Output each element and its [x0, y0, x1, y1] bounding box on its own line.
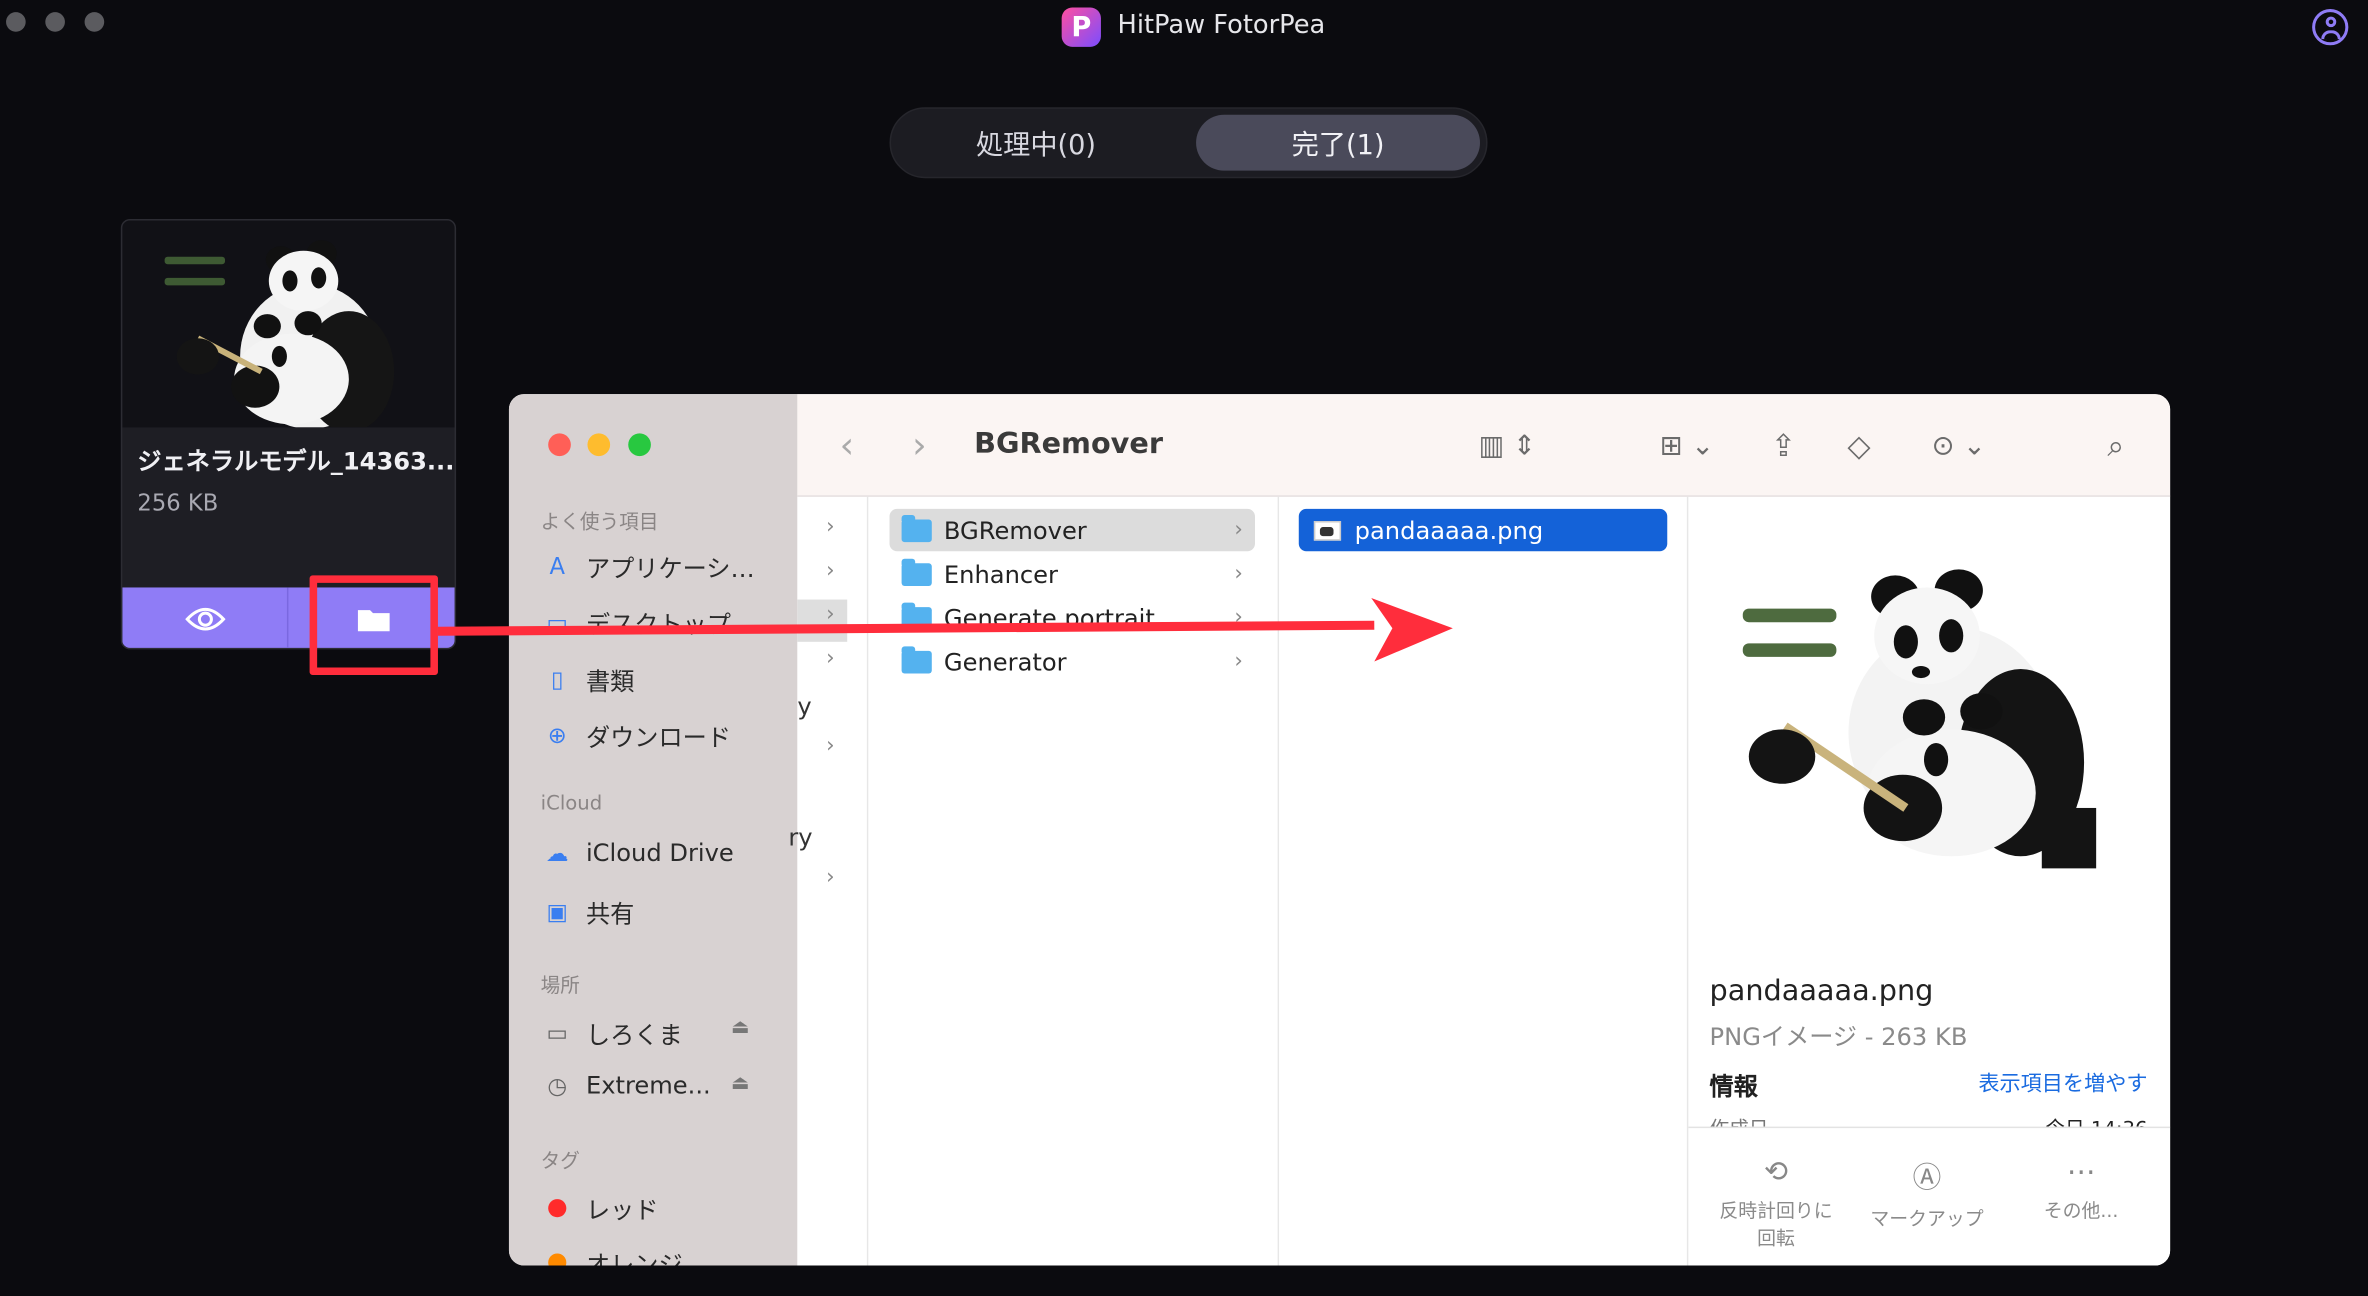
finder-close-button[interactable]	[548, 433, 571, 457]
result-filesize: 256 KB	[137, 489, 219, 517]
status-segmented-control: 処理中(0) 完了(1)	[889, 107, 1488, 179]
zoom-window-button[interactable]	[84, 12, 105, 32]
sidebar-item-icloud-drive[interactable]: ☁ iCloud Drive	[542, 838, 734, 867]
back-chevron-icon[interactable]: ‹	[840, 424, 855, 466]
sidebar-item-extreme[interactable]: ◷ Extreme...	[542, 1071, 710, 1100]
folder-icon	[901, 558, 932, 586]
more-actions-icon[interactable]: ⊙ ⌄	[1924, 424, 1993, 466]
group-view-icon[interactable]: ⊞ ⌄	[1649, 424, 1725, 466]
finder-window-title: BGRemover	[974, 427, 1163, 461]
download-icon: ⊕	[547, 721, 567, 750]
show-more-link[interactable]: 表示項目を増やす	[1978, 1068, 2147, 1098]
chevron-right-icon: ›	[1234, 517, 1243, 543]
drive-icon: ▭	[546, 1019, 568, 1047]
sidebar-header-icloud: iCloud	[540, 792, 603, 816]
tag-icon[interactable]: ◇	[1841, 424, 1877, 466]
shared-folder-icon: ▣	[546, 898, 568, 926]
finder-window: よく使う項目 A アプリケーシ… ▭ デスクトップ ▯ 書類 ⊕ ダウンロード iClo…	[508, 394, 2171, 1266]
preview-button[interactable]	[122, 587, 289, 648]
chevron-right-icon: ›	[826, 865, 835, 890]
tag-red-dot	[548, 1199, 567, 1218]
close-window-button[interactable]	[6, 12, 26, 32]
tab-processing[interactable]: 処理中(0)	[900, 115, 1172, 171]
sidebar-item-applications[interactable]: A アプリケーシ…	[542, 548, 755, 584]
share-icon[interactable]: ⇪	[1765, 424, 1801, 466]
info-label: 情報	[1709, 1072, 1758, 1101]
sidebar-item-downloads[interactable]: ⊕ ダウンロード	[542, 717, 731, 753]
chevron-right-icon: ›	[1234, 561, 1243, 586]
created-value: 今日 14:36	[2045, 1113, 2147, 1127]
sidebar-item-shirokuma[interactable]: ▭ しろくま	[542, 1015, 683, 1051]
preview-filename: pandaaaaa.png	[1709, 974, 1934, 1008]
preview-kind: PNGイメージ - 263 KB	[1709, 1022, 1968, 1052]
chevron-right-icon: ›	[826, 733, 835, 759]
partial-text: y	[797, 691, 812, 721]
result-thumbnail	[122, 220, 455, 428]
result-filename: ジェネラルモデル_14363...	[137, 447, 455, 476]
forward-chevron-icon[interactable]: ›	[912, 424, 927, 466]
apps-icon: A	[549, 552, 566, 580]
time-machine-icon: ◷	[547, 1071, 568, 1099]
sidebar-item-tag-red[interactable]: レッド	[542, 1190, 658, 1226]
eject-icon[interactable]: ⏏	[731, 1072, 750, 1095]
created-label: 作成日	[1710, 1113, 1769, 1127]
tab-completed[interactable]: 完了(1)	[1196, 114, 1480, 171]
more-button[interactable]: ⋯ その他...	[2009, 1155, 2154, 1224]
partial-text: ry	[788, 823, 813, 852]
user-account-icon[interactable]	[2312, 9, 2349, 46]
sidebar-header-tags: タグ	[540, 1150, 580, 1174]
finder-zoom-button[interactable]	[628, 433, 651, 457]
finder-sidebar: よく使う項目 A アプリケーシ… ▭ デスクトップ ▯ 書類 ⊕ ダウンロード iClo…	[508, 394, 798, 1266]
preview-actions: ⟲ 反時計回りに 回転 Ⓐ マークアップ ⋯ その他...	[1688, 1126, 2171, 1266]
sidebar-header-favorites: よく使う項目	[540, 511, 659, 535]
minimize-window-button[interactable]	[45, 12, 65, 32]
rotate-left-button[interactable]: ⟲ 反時計回りに 回転	[1704, 1155, 1849, 1252]
finder-toolbar: ‹ › BGRemover ▥ ⇕ ⊞ ⌄ ⇪ ◇ ⊙ ⌄ ⌕	[797, 394, 2171, 497]
eye-icon	[184, 607, 225, 631]
more-icon: ⋯	[2066, 1155, 2096, 1189]
preview-pane: pandaaaaa.png PNGイメージ - 263 KB 情報 表示項目を増…	[1688, 496, 2171, 1266]
folder-row-bgremover[interactable]: BGRemover ›	[889, 508, 1255, 552]
cloud-icon: ☁	[545, 838, 569, 867]
preview-image	[1740, 566, 2102, 874]
eject-icon[interactable]: ⏏	[731, 1016, 750, 1039]
rotate-left-icon: ⟲	[1763, 1155, 1789, 1189]
sidebar-item-shared[interactable]: ▣ 共有	[542, 894, 635, 930]
search-icon[interactable]: ⌕	[2096, 424, 2135, 466]
sidebar-item-tag-orange[interactable]: オレンジ	[542, 1244, 683, 1266]
finder-minimize-button[interactable]	[587, 433, 611, 457]
created-row: 作成日 今日 14:36	[1688, 1107, 2170, 1127]
screen: P HitPaw FotorPea 処理中(0) 完了(1) ジェネラルモデル_…	[0, 0, 2368, 1296]
highlight-box	[309, 575, 438, 676]
folder-icon	[901, 514, 932, 542]
chevron-right-icon: ›	[826, 558, 835, 583]
markup-button[interactable]: Ⓐ マークアップ	[1855, 1155, 2000, 1232]
app-logo-icon: P	[1061, 7, 1101, 47]
markup-icon: Ⓐ	[1912, 1161, 1942, 1195]
file-row-pandaaaaa[interactable]: pandaaaaa.png	[1298, 508, 1668, 552]
annotation-arrow	[437, 598, 1453, 662]
app-title: HitPaw FotorPea	[1117, 10, 1326, 41]
tag-orange-dot	[548, 1253, 567, 1266]
image-file-icon	[1313, 520, 1342, 540]
sidebar-header-locations: 場所	[540, 975, 580, 999]
column-view-icon[interactable]: ▥ ⇕	[1466, 424, 1548, 466]
chevron-right-icon: ›	[826, 514, 835, 540]
